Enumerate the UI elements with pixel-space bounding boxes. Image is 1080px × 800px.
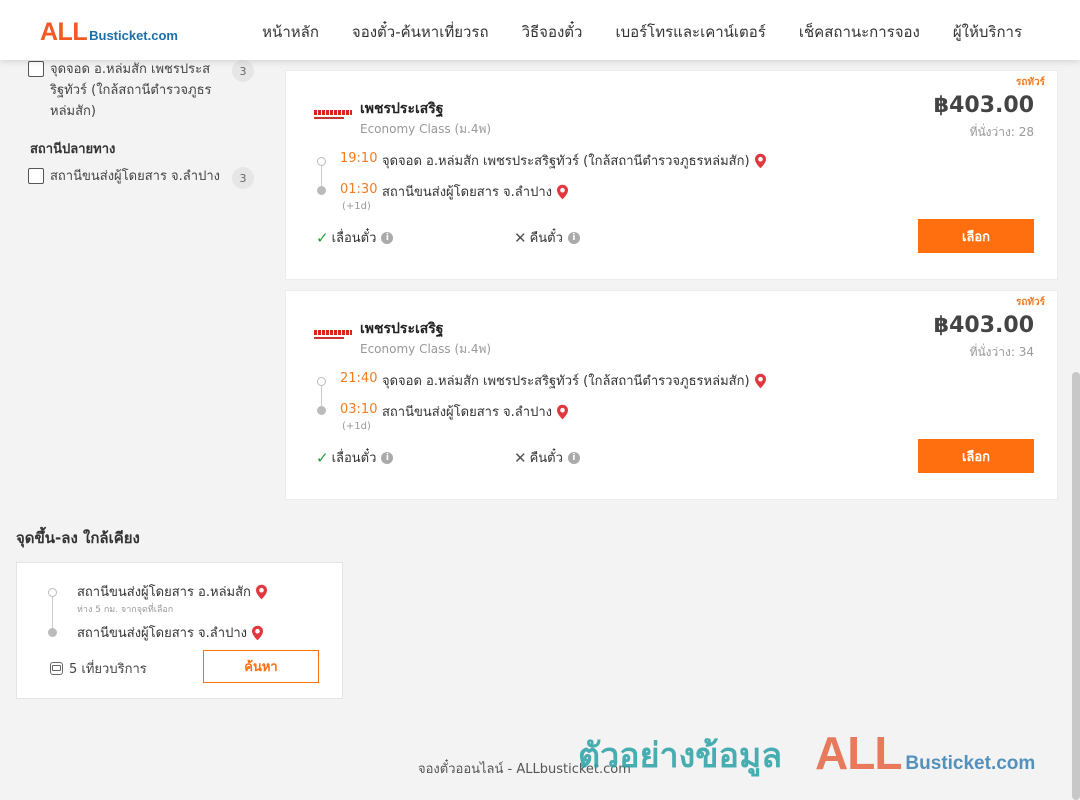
arrival-time: 01:30 — [340, 182, 378, 197]
nearby-distance-note: ห่าง 5 กม. จากจุดที่เลือก — [77, 605, 174, 615]
arrival-location-text: สถานีขนส่งผู้โดยสาร จ.ลำปาง — [382, 405, 552, 420]
map-pin-icon[interactable] — [556, 184, 569, 200]
sample-data-watermark: ตัวอย่างข้อมูล — [578, 736, 783, 776]
seats-available: ที่นั่งว่าง: 28 — [969, 125, 1034, 139]
trip-type-tag: รถทัวร์ — [1015, 77, 1045, 88]
page-scrollbar-thumb[interactable] — [1072, 372, 1080, 800]
arrival-time: 03:10 — [340, 402, 378, 417]
nearby-from-text: สถานีขนส่งผู้โดยสาร อ.หล่มสัก — [77, 585, 251, 600]
nearby-trip-count-text: 5 เที่ยวบริการ — [69, 662, 147, 677]
departure-time: 21:40 — [340, 371, 378, 386]
postpone-label: เลื่อนตั๋ว — [331, 451, 377, 466]
bus-icon — [50, 662, 63, 675]
trip-type-tag: รถทัวร์ — [1015, 297, 1045, 308]
refund-policy: ✕ คืนตั๋ว i — [514, 447, 580, 468]
check-icon: ✓ — [316, 228, 329, 247]
trip-card: รถทัวร์ เพชรประเสริฐ Economy Class (ม.4พ… — [285, 70, 1058, 280]
watermark-logo-busticket: Busticket.com — [905, 753, 1036, 774]
operator-name: เพชรประเสริฐ — [360, 101, 444, 117]
nearby-search-button[interactable]: ค้นหา — [203, 650, 319, 683]
map-pin-icon[interactable] — [251, 625, 264, 641]
filter-destination-item[interactable]: สถานีขนส่งผู้โดยสาร จ.ลำปาง 3 — [28, 166, 254, 189]
departure-location: จุดจอด อ.หล่มสัก เพชรประสริฐทัวร์ (ใกล้ส… — [382, 370, 767, 391]
select-trip-button[interactable]: เลือก — [918, 219, 1034, 253]
x-icon: ✕ — [514, 448, 527, 467]
bus-class: Economy Class (ม.4พ) — [360, 122, 492, 136]
operator-name: เพชรประเสริฐ — [360, 321, 444, 337]
seats-available: ที่นั่งว่าง: 34 — [969, 345, 1034, 359]
arrival-dot-icon — [317, 186, 326, 195]
arrival-location: สถานีขนส่งผู้โดยสาร จ.ลำปาง — [382, 181, 569, 202]
postpone-policy: ✓ เลื่อนตั๋ว i — [316, 447, 394, 468]
operator-logo-icon — [314, 110, 352, 120]
info-icon[interactable]: i — [567, 231, 580, 244]
arrival-dot-icon — [317, 406, 326, 415]
refund-label: คืนตั๋ว — [529, 231, 563, 246]
info-icon[interactable]: i — [381, 451, 394, 464]
departure-dot-icon — [317, 377, 326, 386]
departure-dot-icon — [317, 157, 326, 166]
refund-label: คืนตั๋ว — [529, 451, 563, 466]
nearby-trip-count: 5 เที่ยวบริการ — [50, 658, 147, 679]
postpone-policy: ✓ เลื่อนตั๋ว i — [316, 227, 394, 248]
nearby-to-stop: สถานีขนส่งผู้โดยสาร จ.ลำปาง — [77, 622, 264, 643]
watermark-logo: ALL Busticket.com — [815, 726, 1035, 780]
arrival-dot-icon — [48, 628, 57, 637]
refund-policy: ✕ คืนตั๋ว i — [514, 227, 580, 248]
map-pin-icon[interactable] — [556, 404, 569, 420]
map-pin-icon[interactable] — [255, 584, 268, 600]
nearby-route-card: สถานีขนส่งผู้โดยสาร อ.หล่มสัก ห่าง 5 กม.… — [16, 562, 343, 699]
arrival-location-text: สถานีขนส่งผู้โดยสาร จ.ลำปาง — [382, 185, 552, 200]
filter-origin-label: จุดจอด อ.หล่มสัก เพชรประสริฐทัวร์ (ใกล้ส… — [50, 62, 212, 119]
nav-how-to-book[interactable]: วิธีจองตั๋ว — [522, 20, 583, 44]
nearby-stops-title: จุดขึ้น-ลง ใกล้เคียง — [16, 529, 140, 547]
nav-home[interactable]: หน้าหลัก — [262, 20, 319, 44]
x-icon: ✕ — [514, 228, 527, 247]
next-day-indicator: (+1d) — [342, 421, 371, 432]
nearby-to-text: สถานีขนส่งผู้โดยสาร จ.ลำปาง — [77, 626, 247, 641]
arrival-location: สถานีขนส่งผู้โดยสาร จ.ลำปาง — [382, 401, 569, 422]
nav-operators[interactable]: ผู้ให้บริการ — [953, 20, 1022, 44]
trip-card: รถทัวร์ เพชรประเสริฐ Economy Class (ม.4พ… — [285, 290, 1058, 500]
operator-logo-icon — [314, 330, 352, 340]
filter-destination-checkbox[interactable] — [28, 168, 44, 184]
logo-busticket-text: Busticket.com — [89, 28, 178, 43]
info-icon[interactable]: i — [381, 231, 394, 244]
nav-check-booking[interactable]: เช็คสถานะการจอง — [799, 20, 920, 44]
filter-origin-checkbox[interactable] — [28, 61, 44, 77]
bus-class: Economy Class (ม.4พ) — [360, 342, 492, 356]
filter-destination-label: สถานีขนส่งผู้โดยสาร จ.ลำปาง — [50, 169, 220, 184]
trip-price: ฿403.00 — [933, 93, 1034, 118]
info-icon[interactable]: i — [567, 451, 580, 464]
logo-all-text: ALL — [40, 18, 88, 46]
nav-book-search[interactable]: จองตั๋ว-ค้นหาเที่ยวรถ — [352, 20, 489, 44]
nearby-from-stop: สถานีขนส่งผู้โดยสาร อ.หล่มสัก — [77, 581, 268, 602]
map-pin-icon[interactable] — [754, 153, 767, 169]
filter-origin-item[interactable]: จุดจอด อ.หล่มสัก เพชรประสริฐทัวร์ (ใกล้ส… — [28, 59, 254, 122]
departure-time: 19:10 — [340, 151, 378, 166]
destination-filter-heading: สถานีปลายทาง — [30, 142, 116, 157]
departure-location-text: จุดจอด อ.หล่มสัก เพชรประสริฐทัวร์ (ใกล้ส… — [382, 154, 750, 169]
departure-location: จุดจอด อ.หล่มสัก เพชรประสริฐทัวร์ (ใกล้ส… — [382, 150, 767, 171]
filter-origin-count: 3 — [232, 60, 254, 82]
select-trip-button[interactable]: เลือก — [918, 439, 1034, 473]
watermark-logo-all: ALL — [815, 727, 902, 779]
timeline-connector — [52, 593, 53, 631]
main-nav: หน้าหลัก จองตั๋ว-ค้นหาเที่ยวรถ วิธีจองตั… — [262, 20, 1022, 44]
trip-price: ฿403.00 — [933, 313, 1034, 338]
next-day-indicator: (+1d) — [342, 201, 371, 212]
check-icon: ✓ — [316, 448, 329, 467]
departure-location-text: จุดจอด อ.หล่มสัก เพชรประสริฐทัวร์ (ใกล้ส… — [382, 374, 750, 389]
top-header: ALL Busticket.com หน้าหลัก จองตั๋ว-ค้นหา… — [0, 0, 1080, 60]
site-logo[interactable]: ALL Busticket.com — [40, 18, 178, 47]
postpone-label: เลื่อนตั๋ว — [331, 231, 377, 246]
departure-dot-icon — [48, 588, 57, 597]
map-pin-icon[interactable] — [754, 373, 767, 389]
nav-contact-counters[interactable]: เบอร์โทรและเคาน์เตอร์ — [615, 20, 765, 44]
filter-destination-count: 3 — [232, 167, 254, 189]
